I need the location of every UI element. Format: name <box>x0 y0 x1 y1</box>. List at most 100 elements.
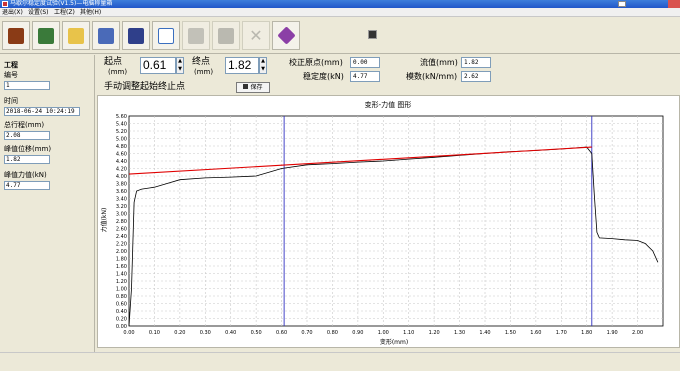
y-tick-label: 4.80 <box>116 144 127 150</box>
y-tick-label: 3.60 <box>116 189 127 195</box>
menu-other[interactable]: 其他(H) <box>80 8 101 17</box>
modulus-label: 模数(kN/mm) <box>406 72 458 81</box>
menu-bar: 退出(X) 设置(S) 工程(Z) 其他(H) <box>0 8 680 17</box>
app-window: 马歇尔稳定度试验(V1.5)—电脑称量箱 退出(X) 设置(S) 工程(Z) 其… <box>0 0 680 371</box>
scan-icon <box>218 27 234 44</box>
chart-icon <box>158 27 174 44</box>
minimize-button[interactable] <box>618 1 626 7</box>
total-travel-label: 总行程(mm) <box>4 121 45 129</box>
chart-title: 变形-力值 图形 <box>365 100 412 109</box>
y-tick-label: 5.20 <box>116 129 127 135</box>
time-value: 2018-06-24 10:24:19 <box>4 107 80 116</box>
origin-label: 校正原点(mm) <box>289 58 343 67</box>
total-travel-value: 2.08 <box>4 131 50 140</box>
calculator-button[interactable] <box>122 21 150 50</box>
end-label: 终点 <box>192 57 211 67</box>
y-tick-label: 1.20 <box>116 279 127 285</box>
y-tick-label: 4.40 <box>116 159 127 165</box>
close-icon: ✕ <box>249 26 263 45</box>
modulus-value: 2.62 <box>461 71 491 82</box>
y-tick-label: 3.00 <box>116 212 127 218</box>
app-icon <box>2 1 8 7</box>
calculator-icon <box>128 27 144 44</box>
exit-icon <box>8 27 24 44</box>
y-tick-label: 1.80 <box>116 257 127 263</box>
stop-button[interactable] <box>182 21 210 50</box>
end-unit: (mm) <box>194 68 214 76</box>
start-unit: (mm) <box>108 68 128 76</box>
y-axis-label: 力值(kN) <box>100 208 108 233</box>
y-tick-label: 2.40 <box>116 234 127 240</box>
project-label: 工程 <box>4 61 18 69</box>
stability-value: 4.77 <box>350 71 380 82</box>
y-tick-label: 3.40 <box>116 197 127 203</box>
spin-down-icon[interactable]: ▼ <box>260 66 266 74</box>
y-tick-label: 0.20 <box>116 317 127 323</box>
peak-disp-label: 峰值位移(mm) <box>4 145 52 153</box>
chart-button[interactable] <box>152 21 180 50</box>
x-tick-label: 0.90 <box>352 330 363 336</box>
status-bar <box>0 352 680 371</box>
menu-project[interactable]: 工程(Z) <box>54 8 75 17</box>
x-tick-label: 0.60 <box>276 330 287 336</box>
y-tick-label: 2.80 <box>116 219 127 225</box>
y-tick-label: 4.00 <box>116 174 127 180</box>
x-tick-label: 2.00 <box>632 330 643 336</box>
sample-no-value: 1 <box>4 81 50 90</box>
y-tick-label: 0.80 <box>116 294 127 300</box>
open-folder-button[interactable] <box>62 21 90 50</box>
stop-icon <box>188 27 204 44</box>
close-button[interactable]: ✕ <box>242 21 270 50</box>
settings-button[interactable] <box>32 21 60 50</box>
save-icon <box>243 84 249 89</box>
y-tick-label: 3.80 <box>116 182 127 188</box>
spin-up-icon[interactable]: ▲ <box>260 58 266 66</box>
manual-adjust-label: 手动调整起始终止点 <box>104 82 186 92</box>
save-button[interactable]: 保存 <box>236 82 270 93</box>
help-button[interactable] <box>272 21 300 50</box>
end-spinner[interactable]: ▲ ▼ <box>259 57 267 74</box>
peak-force-label: 峰值力值(kN) <box>4 171 47 179</box>
close-window-button[interactable] <box>668 0 680 8</box>
y-tick-label: 5.40 <box>116 122 127 128</box>
y-tick-label: 4.20 <box>116 167 127 173</box>
y-tick-label: 1.60 <box>116 264 127 270</box>
spin-down-icon[interactable]: ▼ <box>177 66 183 74</box>
y-tick-label: 0.40 <box>116 309 127 315</box>
spin-up-icon[interactable]: ▲ <box>177 58 183 66</box>
x-tick-label: 1.90 <box>607 330 618 336</box>
folder-icon <box>68 27 84 44</box>
scan-button[interactable] <box>212 21 240 50</box>
y-tick-label: 3.20 <box>116 204 127 210</box>
menu-exit[interactable]: 退出(X) <box>2 8 23 17</box>
x-tick-label: 1.80 <box>581 330 592 336</box>
left-panel: 工程 编号 1 时间 2018-06-24 10:24:19 总行程(mm) 2… <box>0 55 95 371</box>
y-tick-label: 0.60 <box>116 302 127 308</box>
y-tick-label: 5.00 <box>116 137 127 143</box>
y-tick-label: 2.20 <box>116 242 127 248</box>
help-icon <box>276 26 296 45</box>
x-tick-label: 0.50 <box>251 330 262 336</box>
flow-label: 流值(mm) <box>420 58 458 67</box>
flow-value: 1.82 <box>461 57 491 68</box>
exit-button[interactable] <box>2 21 30 50</box>
edit-icon <box>98 27 114 44</box>
x-tick-label: 1.30 <box>454 330 465 336</box>
menu-settings[interactable]: 设置(S) <box>28 8 49 17</box>
end-input[interactable]: 1.82 <box>225 57 259 74</box>
x-tick-label: 0.40 <box>225 330 236 336</box>
x-axis-label: 变形(mm) <box>380 338 408 346</box>
toolbar: ✕ <box>0 18 680 54</box>
x-tick-label: 1.00 <box>378 330 389 336</box>
y-tick-label: 2.60 <box>116 227 127 233</box>
window-title: 马歇尔稳定度试验(V1.5)—电脑称量箱 <box>10 0 113 7</box>
edit-button[interactable] <box>92 21 120 50</box>
x-tick-label: 0.20 <box>174 330 185 336</box>
y-tick-label: 4.60 <box>116 152 127 158</box>
x-tick-label: 1.70 <box>556 330 567 336</box>
start-spinner[interactable]: ▲ ▼ <box>176 57 184 74</box>
peak-force-value: 4.77 <box>4 181 50 190</box>
y-tick-label: 1.00 <box>116 287 127 293</box>
start-input[interactable]: 0.61 <box>140 57 176 74</box>
settings-icon <box>38 27 54 44</box>
